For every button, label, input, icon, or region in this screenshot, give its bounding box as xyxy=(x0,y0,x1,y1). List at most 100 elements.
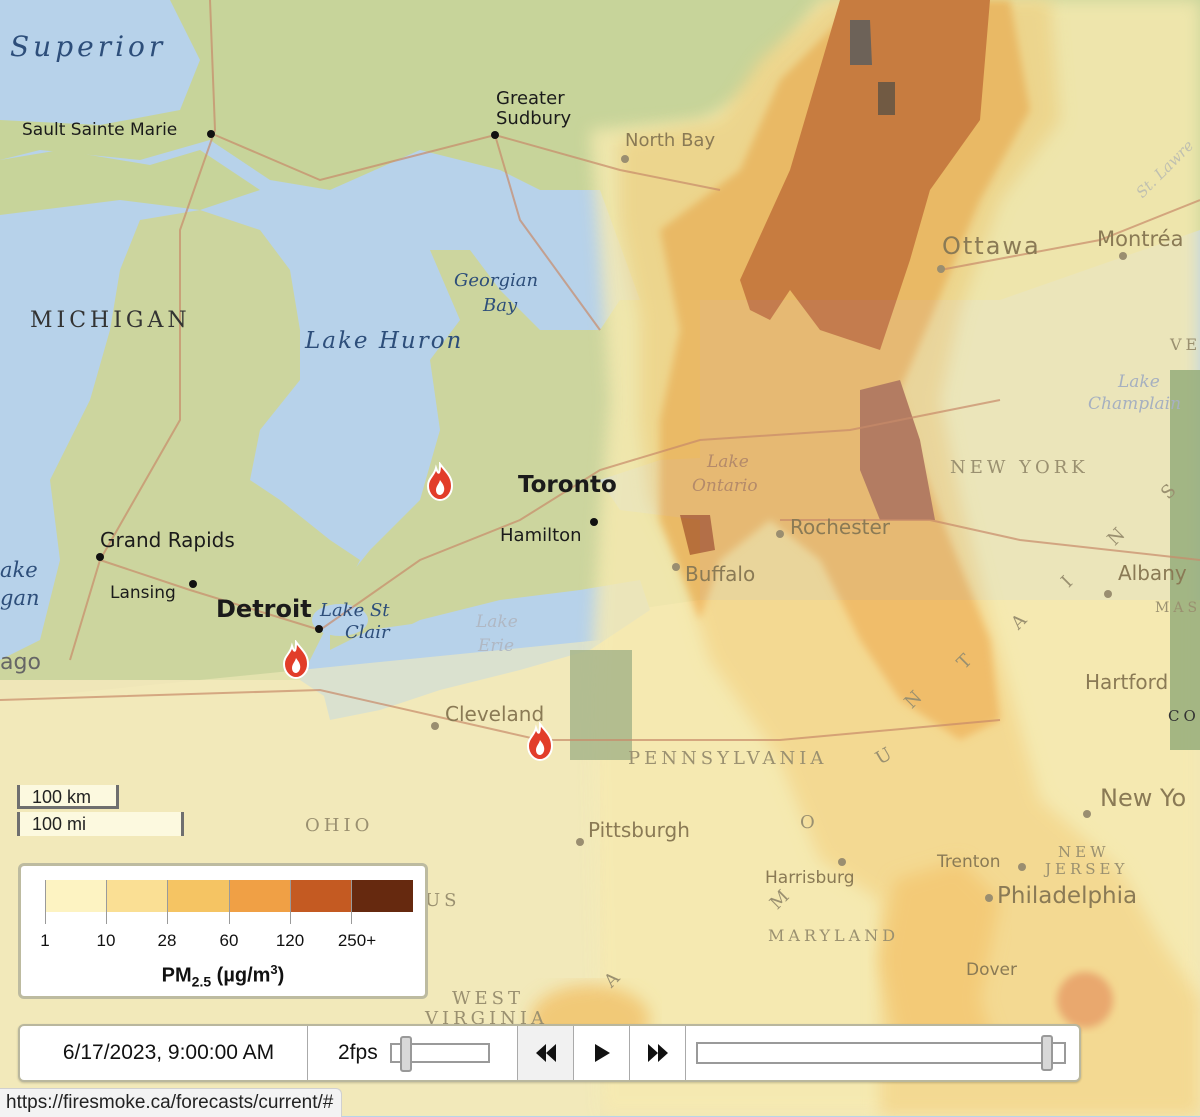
label-lake-huron: Lake Huron xyxy=(305,328,464,354)
forecast-datetime: 6/17/2023, 9:00:00 AM xyxy=(20,1026,308,1080)
legend-tick-label: 60 xyxy=(219,931,239,950)
label-lake-ontario-1: Lake xyxy=(707,452,749,472)
legend-tick xyxy=(351,880,352,924)
legend-swatch xyxy=(45,880,107,912)
status-bar-url: https://firesmoke.ca/forecasts/current/# xyxy=(0,1088,343,1117)
city-dot-sault-ste-marie xyxy=(207,130,215,138)
legend-tick-label: 28 xyxy=(157,931,177,950)
label-lake-michigan-2: gan xyxy=(0,586,40,610)
label-conn: CON xyxy=(1168,707,1200,725)
city-dot-harrisburg xyxy=(838,858,846,866)
fire-icon[interactable] xyxy=(280,640,312,680)
label-north-bay: North Bay xyxy=(625,130,716,151)
legend-title-sub: 2.5 xyxy=(191,973,212,990)
fps-slider-thumb[interactable] xyxy=(399,1036,412,1072)
city-dot-philadelphia xyxy=(985,894,993,902)
fire-icon[interactable] xyxy=(524,722,556,762)
legend-swatch xyxy=(290,880,352,912)
play-button[interactable] xyxy=(574,1026,630,1080)
legend-tick xyxy=(45,880,46,924)
label-lake-st-clair-2: Clair xyxy=(345,622,390,643)
label-us: US xyxy=(425,890,461,911)
city-dot-hamilton xyxy=(590,518,598,526)
city-dot-rochester xyxy=(776,530,784,538)
fast-forward-button[interactable] xyxy=(630,1026,686,1080)
scale-bar-km: 100 km xyxy=(17,785,119,809)
legend-title: PM2.5 (µg/m3) xyxy=(21,962,425,990)
city-dot-north-bay xyxy=(621,155,629,163)
label-appalachian-o: O xyxy=(800,812,819,833)
label-rochester: Rochester xyxy=(790,515,890,539)
city-dot-cleveland xyxy=(431,722,439,730)
fps-slider[interactable] xyxy=(389,1036,490,1072)
legend-tick-label: 250+ xyxy=(337,931,377,950)
play-icon xyxy=(594,1044,610,1062)
fire-icon[interactable] xyxy=(424,462,456,502)
label-new-jersey-1: NEW xyxy=(1058,843,1110,861)
fast-forward-icon xyxy=(647,1044,668,1062)
label-greater-sudbury-1: Greater xyxy=(496,88,565,109)
label-hartford: Hartford xyxy=(1085,670,1169,694)
legend-tick xyxy=(106,880,107,924)
label-sault-ste-marie: Sault Sainte Marie xyxy=(22,120,178,140)
legend-tick xyxy=(229,880,230,924)
forest-pa xyxy=(570,650,632,760)
label-hamilton: Hamilton xyxy=(500,525,582,546)
pm25-legend: 1 10 28 60 120 250+ PM2.5 (µg/m3) xyxy=(18,863,428,999)
time-slider-thumb[interactable] xyxy=(1041,1035,1053,1071)
label-lake-st-clair-1: Lake St xyxy=(320,600,390,621)
smoke-offshore xyxy=(1057,972,1113,1028)
label-buffalo: Buffalo xyxy=(685,562,756,586)
city-dot-trenton xyxy=(1018,863,1026,871)
label-chicago: ago xyxy=(0,650,41,675)
scale-bar-mi: 100 mi xyxy=(17,812,184,836)
label-albany: Albany xyxy=(1118,561,1187,585)
city-dot-montreal xyxy=(1119,252,1127,260)
label-lake-superior: Superior xyxy=(10,30,167,63)
smoke-level-5-a xyxy=(850,20,872,65)
legend-tick-label: 1 xyxy=(40,931,50,950)
time-slider-container xyxy=(686,1026,1079,1080)
label-lake-erie-1: Lake xyxy=(476,612,518,632)
label-montreal: Montréa xyxy=(1097,227,1184,251)
legend-title-pm: PM xyxy=(161,964,192,987)
label-lake-michigan-1: ake xyxy=(0,558,38,582)
legend-swatch xyxy=(106,880,168,912)
city-dot-pittsburgh xyxy=(576,838,584,846)
label-vermont: VE xyxy=(1170,335,1200,354)
label-pennsylvania: PENNSYLVANIA xyxy=(628,748,828,769)
label-lansing: Lansing xyxy=(110,583,176,603)
label-maryland: MARYLAND xyxy=(768,926,900,945)
label-ohio: OHIO xyxy=(305,815,374,836)
label-pittsburgh: Pittsburgh xyxy=(588,818,690,842)
city-dot-grand-rapids xyxy=(96,553,104,561)
label-greater-sudbury-2: Sudbury xyxy=(496,108,572,129)
label-michigan: MICHIGAN xyxy=(30,308,191,333)
label-dover: Dover xyxy=(966,960,1017,980)
city-dot-lansing xyxy=(189,580,197,588)
rewind-button[interactable] xyxy=(518,1026,574,1080)
label-lake-ontario-2: Ontario xyxy=(692,476,758,496)
label-ottawa: Ottawa xyxy=(942,232,1041,260)
label-detroit: Detroit xyxy=(216,595,312,623)
label-lake-champlain-1: Lake xyxy=(1118,372,1160,392)
label-lake-erie-2: Erie xyxy=(478,636,515,656)
city-dot-buffalo xyxy=(672,563,680,571)
fps-label: 2fps xyxy=(338,1041,378,1064)
fps-control: 2fps xyxy=(308,1026,518,1080)
playback-control-bar: 6/17/2023, 9:00:00 AM 2fps xyxy=(18,1024,1081,1082)
legend-tick-label: 10 xyxy=(96,931,116,950)
legend-title-close: ) xyxy=(277,964,285,987)
label-toronto: Toronto xyxy=(518,472,617,498)
label-georgian-bay-1: Georgian xyxy=(454,270,539,291)
city-dot-ottawa xyxy=(937,265,945,273)
legend-tick-label: 120 xyxy=(275,931,305,950)
rewind-icon xyxy=(535,1044,556,1062)
legend-title-sup: 3 xyxy=(270,962,278,977)
legend-title-unit: (µg/m xyxy=(211,964,271,987)
legend-swatch xyxy=(228,880,291,912)
label-georgian-bay-2: Bay xyxy=(483,295,518,316)
time-slider[interactable] xyxy=(696,1035,1066,1071)
smoke-level-5-b xyxy=(878,82,895,115)
city-dot-detroit xyxy=(315,625,323,633)
